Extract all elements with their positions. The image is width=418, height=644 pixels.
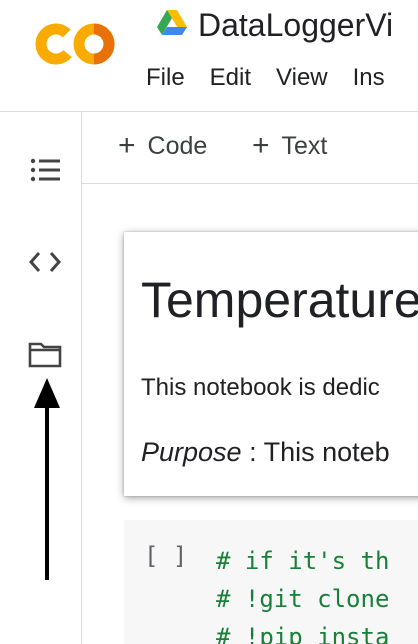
colab-window: DataLoggerVi File Edit View Ins + Code +… — [0, 0, 418, 644]
annotation-arrow-icon — [34, 378, 60, 580]
plus-icon: + — [118, 129, 136, 162]
notebook-heading: Temperature — [141, 272, 418, 328]
plus-icon: + — [252, 129, 270, 162]
code-line: # !git clone — [216, 585, 390, 613]
menu-file[interactable]: File — [146, 61, 185, 95]
text-cell[interactable]: Temperature This notebook is dedic Purpo… — [124, 232, 418, 496]
add-text-label: Text — [281, 131, 328, 160]
purpose-label: Purpose — [141, 437, 242, 467]
purpose-paragraph: Purpose : This noteb — [141, 434, 390, 470]
google-drive-icon — [157, 10, 187, 35]
menu-bar: File Edit View Ins — [146, 61, 410, 95]
purpose-text: : This noteb — [241, 437, 390, 467]
menu-view[interactable]: View — [276, 61, 328, 95]
code-cell[interactable]: [ ] # if it's th # !git clone # !pip ins… — [124, 520, 418, 644]
add-code-label: Code — [147, 131, 208, 160]
code-snippets-icon[interactable] — [25, 242, 65, 282]
add-text-cell-button[interactable]: + Text — [252, 131, 327, 161]
menu-edit[interactable]: Edit — [210, 61, 251, 95]
code-editor[interactable]: # if it's th # !git clone # !pip insta — [216, 542, 389, 644]
table-of-contents-icon[interactable] — [25, 150, 65, 190]
add-code-cell-button[interactable]: + Code — [118, 131, 207, 161]
intro-paragraph: This notebook is dedic — [141, 374, 380, 401]
files-icon[interactable] — [25, 334, 65, 374]
code-line: # if it's th — [216, 547, 390, 575]
notebook-title[interactable]: DataLoggerVi — [198, 5, 393, 45]
run-cell-button[interactable]: [ ] — [144, 542, 187, 570]
code-line: # !pip insta — [216, 623, 390, 644]
notebook-toolbar: + Code + Text — [82, 112, 418, 184]
header: DataLoggerVi File Edit View Ins — [0, 0, 418, 112]
colab-logo-icon[interactable] — [34, 20, 116, 68]
menu-insert[interactable]: Ins — [353, 61, 385, 95]
